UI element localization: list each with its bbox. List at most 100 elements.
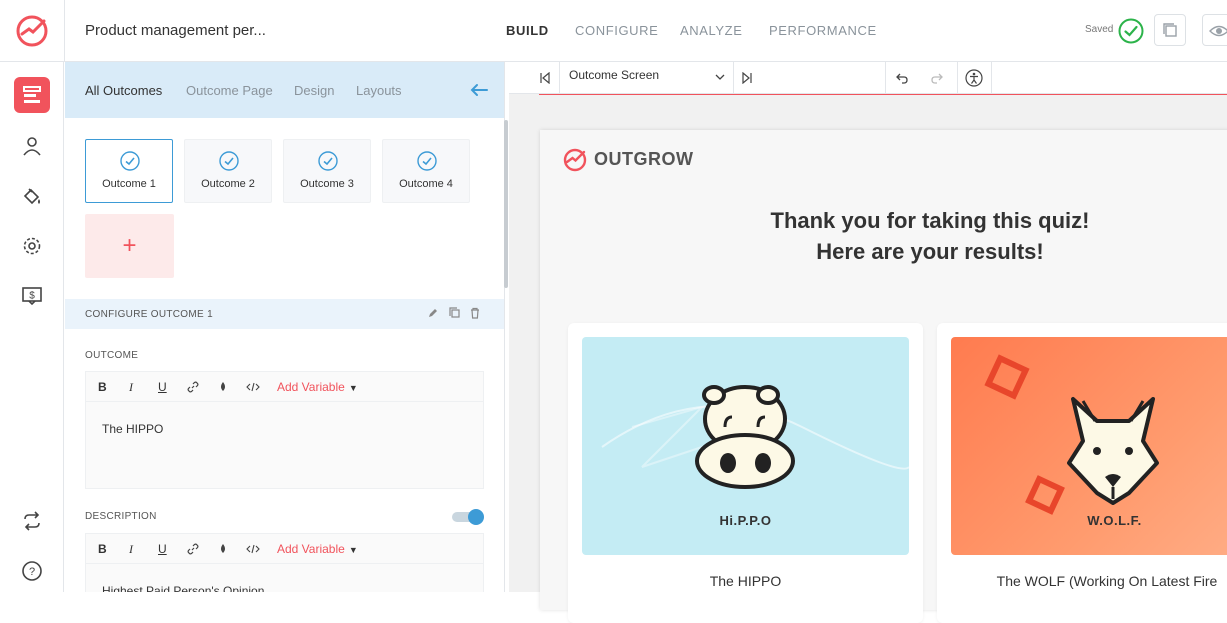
screen-select[interactable]: Outcome Screen xyxy=(569,68,659,82)
trash-icon[interactable] xyxy=(469,307,481,319)
editor-toolbar: B I U Add Variable ▼ xyxy=(86,534,483,564)
collapse-arrow-icon[interactable] xyxy=(469,81,489,99)
rail-design[interactable] xyxy=(14,178,50,214)
outcome-section-label: OUTCOME xyxy=(85,350,139,361)
result-heading-line2: Here are your results! xyxy=(816,239,1044,264)
tab-analyze[interactable]: ANALYZE xyxy=(680,23,742,38)
configure-bar: CONFIGURE OUTCOME 1 xyxy=(65,299,504,329)
configure-label: CONFIGURE OUTCOME 1 xyxy=(85,309,213,320)
editor-toolbar: B I U Add Variable ▼ xyxy=(86,372,483,402)
hippo-image: Hi.P.P.O xyxy=(582,337,909,555)
outcome-editor: B I U Add Variable ▼ The HIPPO xyxy=(85,371,484,489)
add-variable-dropdown[interactable]: Add Variable ▼ xyxy=(277,380,358,394)
preview-area: Outcome Screen OUTGROW Thank you for tak… xyxy=(509,62,1227,623)
svg-text:$: $ xyxy=(29,291,35,302)
add-outcome-button[interactable]: + xyxy=(85,214,174,278)
tab-all-outcomes[interactable]: All Outcomes xyxy=(85,83,162,98)
help-icon: ? xyxy=(22,561,42,581)
layout-icon xyxy=(23,86,41,103)
preview-toolbar: Outcome Screen xyxy=(509,62,1227,94)
top-bar: Product management per... BUILD CONFIGUR… xyxy=(0,0,1227,62)
rail-settings[interactable] xyxy=(14,228,50,264)
wolf-image: W.O.L.F. xyxy=(951,337,1227,555)
bold-button[interactable]: B xyxy=(98,380,107,394)
panel-tabs: All Outcomes Outcome Page Design Layouts xyxy=(65,62,504,118)
caret-down-icon: ▼ xyxy=(348,383,358,393)
outcome-card-4[interactable]: Outcome 4 xyxy=(382,139,470,203)
sync-icon xyxy=(24,511,40,531)
code-icon[interactable] xyxy=(246,543,260,555)
paint-bucket-icon xyxy=(23,188,40,205)
check-circle-icon xyxy=(318,151,338,171)
rail-leads[interactable] xyxy=(14,128,50,164)
caret-down-icon: ▼ xyxy=(348,545,358,555)
check-circle-icon xyxy=(219,151,239,171)
undo-icon[interactable] xyxy=(895,71,909,85)
brand-name: OUTGROW xyxy=(594,148,694,169)
outgrow-logo[interactable] xyxy=(14,12,50,48)
outcome-card-label: Outcome 4 xyxy=(399,178,453,190)
eye-icon xyxy=(1209,25,1227,37)
outcome-card-label: Outcome 3 xyxy=(300,178,354,190)
pencil-icon[interactable] xyxy=(427,307,439,319)
first-screen-icon[interactable] xyxy=(539,72,551,84)
outcome-card-3[interactable]: Outcome 3 xyxy=(283,139,371,203)
color-drop-icon[interactable] xyxy=(217,543,229,555)
saved-label: Saved xyxy=(1085,24,1114,35)
tab-build[interactable]: BUILD xyxy=(506,23,549,38)
tab-outcome-page[interactable]: Outcome Page xyxy=(186,83,273,98)
wolf-caption: W.O.L.F. xyxy=(1087,513,1142,528)
add-variable-dropdown[interactable]: Add Variable ▼ xyxy=(277,542,358,556)
copy-icon[interactable] xyxy=(448,307,460,319)
tab-layouts[interactable]: Layouts xyxy=(356,83,402,98)
panel-scrollbar[interactable] xyxy=(504,120,508,288)
rail-build[interactable] xyxy=(14,77,50,113)
bold-button[interactable]: B xyxy=(98,542,107,556)
result-title: The HIPPO xyxy=(709,573,782,589)
link-icon[interactable] xyxy=(187,381,199,393)
result-title: The WOLF (Working On Latest Fire xyxy=(996,573,1218,589)
rail-sync[interactable] xyxy=(14,503,50,539)
check-circle-icon xyxy=(417,151,437,171)
outcome-card-label: Outcome 2 xyxy=(201,178,255,190)
code-icon[interactable] xyxy=(246,381,260,393)
description-toggle[interactable] xyxy=(452,509,484,525)
outcome-card-label: Outcome 1 xyxy=(102,178,156,190)
italic-button[interactable]: I xyxy=(129,380,133,395)
underline-button[interactable]: U xyxy=(158,542,167,556)
quiz-canvas: OUTGROW Thank you for taking this quiz! … xyxy=(540,130,1227,623)
tab-configure[interactable]: CONFIGURE xyxy=(575,23,658,38)
saved-check-icon xyxy=(1118,18,1144,44)
copy-icon xyxy=(1163,23,1177,37)
accessibility-icon[interactable] xyxy=(965,69,983,87)
description-section-label: DESCRIPTION xyxy=(85,511,157,522)
underline-button[interactable]: U xyxy=(158,380,167,394)
result-heading-line1: Thank you for taking this quiz! xyxy=(770,208,1090,233)
last-screen-icon[interactable] xyxy=(741,72,753,84)
outcome-text[interactable]: The HIPPO xyxy=(86,402,483,456)
outcome-card-1[interactable]: Outcome 1 xyxy=(85,139,173,203)
rail-pricing[interactable]: $ xyxy=(14,278,50,314)
result-card-wolf[interactable]: W.O.L.F. The WOLF (Working On Latest Fir… xyxy=(937,323,1227,623)
user-icon xyxy=(23,137,41,156)
outgrow-logo xyxy=(563,148,587,172)
link-icon[interactable] xyxy=(187,543,199,555)
svg-text:?: ? xyxy=(29,566,35,578)
description-text[interactable]: Highest Paid Person's Opinion xyxy=(86,564,483,592)
redo-icon[interactable] xyxy=(930,71,944,85)
rail-help[interactable]: ? xyxy=(14,553,50,589)
color-drop-icon[interactable] xyxy=(217,381,229,393)
italic-button[interactable]: I xyxy=(129,542,133,557)
left-rail: $ ? xyxy=(0,62,64,592)
tab-performance[interactable]: PERFORMANCE xyxy=(769,23,877,38)
duplicate-button[interactable] xyxy=(1154,14,1186,46)
result-card-hippo[interactable]: Hi.P.P.O The HIPPO xyxy=(568,323,923,623)
preview-button[interactable] xyxy=(1202,14,1227,46)
tab-design[interactable]: Design xyxy=(294,83,334,98)
chevron-down-icon[interactable] xyxy=(715,73,725,81)
dollar-screen-icon: $ xyxy=(22,287,42,306)
outcomes-panel: All Outcomes Outcome Page Design Layouts… xyxy=(65,62,505,592)
outcome-card-2[interactable]: Outcome 2 xyxy=(184,139,272,203)
project-title[interactable]: Product management per... xyxy=(85,22,266,39)
add-variable-label: Add Variable xyxy=(277,542,345,556)
